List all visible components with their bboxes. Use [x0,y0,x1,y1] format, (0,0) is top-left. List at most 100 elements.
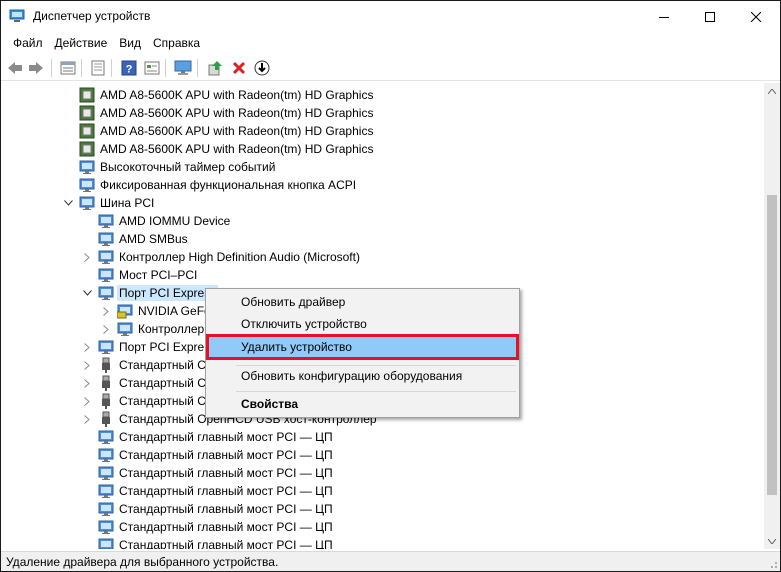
tree-item[interactable]: AMD A8-5600K APU with Radeon(tm) HD Grap… [63,104,375,122]
tree-item[interactable]: Шина PCI [63,194,156,212]
tree-item[interactable]: Контроллер [101,320,206,338]
tree-item-label: Стандартный главный мост PCI — ЦП [119,538,333,549]
system-device-icon [98,231,114,247]
minimize-button[interactable] [641,1,687,33]
tree-item-label: AMD A8-5600K APU with Radeon(tm) HD Grap… [100,142,374,156]
tree-item[interactable]: Стандартный главный мост PCI — ЦП [82,482,335,500]
usb-icon [98,375,114,391]
system-device-icon [98,501,114,517]
tree-item[interactable]: Мост PCI–PCI [82,266,199,284]
cpu-icon [79,123,95,139]
expand-open-icon[interactable] [63,194,73,212]
tree-item[interactable]: NVIDIA GeFo [101,302,213,320]
scan-icon[interactable] [88,58,108,78]
menu-item-update-driver[interactable]: Обновить драйвер [208,291,517,313]
tree-item-label: AMD SMBus [119,232,188,246]
tree-item[interactable]: Высокоточный таймер событий [63,158,277,176]
tree-item[interactable]: AMD A8-5600K APU with Radeon(tm) HD Grap… [63,140,375,158]
system-device-icon [117,321,133,337]
device-manager-icon [9,9,25,23]
tree-item-label: AMD A8-5600K APU with Radeon(tm) HD Grap… [100,106,374,120]
tree-item-label: Мост PCI–PCI [119,268,198,282]
menu-item-properties[interactable]: Свойства [208,393,517,415]
scrollbar-thumb[interactable] [767,195,777,495]
toolbar: ? [1,55,780,81]
toolbar-separator [51,59,52,77]
tree-item[interactable]: Порт PCI Express [82,284,219,302]
properties-icon[interactable] [58,58,78,78]
title-bar[interactable]: Диспетчер устройств [1,1,780,33]
tree-item[interactable]: Порт PCI Expre [82,338,206,356]
menu-help[interactable]: Справка [147,33,206,53]
menu-action[interactable]: Действие [49,33,114,53]
menu-item-uninstall-device[interactable]: Удалить устройство [206,334,519,360]
menu-item-disable-device[interactable]: Отключить устройство [208,313,517,335]
tree-item[interactable]: AMD IOMMU Device [82,212,232,230]
vertical-scrollbar[interactable] [764,83,780,549]
tree-item[interactable]: Стандартный главный мост PCI — ЦП [82,536,335,549]
tree-item-label: Стандартный главный мост PCI — ЦП [119,448,333,462]
resize-grip-icon[interactable] [768,559,778,569]
tree-item[interactable]: AMD A8-5600K APU with Radeon(tm) HD Grap… [63,86,375,104]
maximize-button[interactable] [687,1,733,33]
expand-closed-icon[interactable] [82,392,92,410]
scroll-down-icon[interactable] [764,533,780,549]
view-icon[interactable] [142,58,162,78]
tree-item-label: Фиксированная функциональная кнопка ACPI [100,178,357,192]
expand-closed-icon[interactable] [82,410,92,428]
expand-closed-icon[interactable] [82,374,92,392]
tree-item-label: NVIDIA GeFo [138,304,211,318]
back-icon[interactable] [5,58,25,78]
status-text: Удаление драйвера для выбранного устройс… [6,555,279,569]
system-device-icon [98,429,114,445]
usb-icon [98,411,114,427]
menu-item-scan-hardware[interactable]: Обновить конфигурацию оборудования [208,365,517,387]
expand-closed-icon[interactable] [101,320,111,338]
close-button[interactable] [733,1,779,33]
expand-closed-icon[interactable] [101,302,111,320]
system-device-icon [98,447,114,463]
system-device-icon [98,249,114,265]
expand-closed-icon[interactable] [82,248,92,266]
tree-item[interactable]: Стандартный главный мост PCI — ЦП [82,428,335,446]
menu-view[interactable]: Вид [113,33,147,53]
uninstall-icon[interactable] [229,58,249,78]
tree-item[interactable]: Стандартный С [82,356,208,374]
tree-item[interactable]: Стандартный главный мост PCI — ЦП [82,518,335,536]
help-icon[interactable]: ? [119,58,139,78]
system-device-icon [98,267,114,283]
tree-item[interactable]: Стандартный главный мост PCI — ЦП [82,464,335,482]
monitor-icon[interactable] [173,58,193,78]
update-driver-icon[interactable] [205,58,225,78]
expand-closed-icon[interactable] [82,356,92,374]
expand-closed-icon[interactable] [82,338,92,356]
tree-item[interactable]: Стандартный С [82,374,208,392]
toolbar-separator [165,59,166,77]
scroll-up-icon[interactable] [764,83,780,99]
forward-icon[interactable] [26,58,46,78]
tree-item-label: Высокоточный таймер событий [100,160,276,174]
tree-item[interactable]: Фиксированная функциональная кнопка ACPI [63,176,358,194]
tree-item[interactable]: Контроллер High Definition Audio (Micros… [82,248,362,266]
tree-item[interactable]: AMD SMBus [82,230,190,248]
menu-separator [236,391,516,392]
menu-file[interactable]: Файл [7,33,49,53]
tree-item[interactable]: Стандартный главный мост PCI — ЦП [82,446,335,464]
svg-text:?: ? [126,64,133,76]
system-device-icon [79,195,95,211]
tree-item[interactable]: Стандартный главный мост PCI — ЦП [82,500,335,518]
expand-open-icon[interactable] [82,284,92,302]
tree-item[interactable]: Стандартный С [82,392,208,410]
tree-item-label: AMD IOMMU Device [119,214,231,228]
download-icon[interactable] [252,58,272,78]
tree-item[interactable]: AMD A8-5600K APU with Radeon(tm) HD Grap… [63,122,375,140]
context-menu: Обновить драйвер Отключить устройство Уд… [205,288,520,418]
